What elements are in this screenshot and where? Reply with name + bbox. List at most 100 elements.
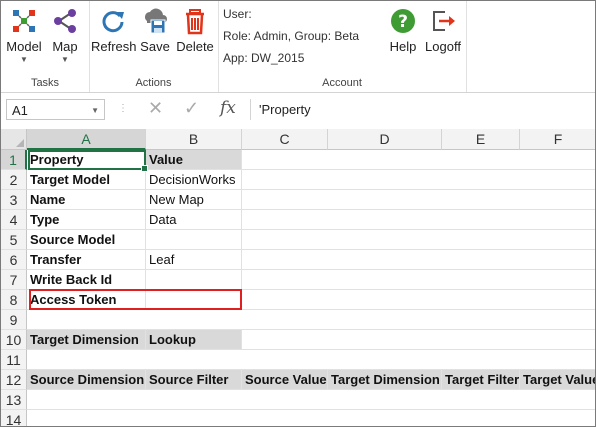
excel-window: Model ▼ Map ▼ Tasks Refresh Save Delete … xyxy=(0,0,596,427)
cell-a3[interactable]: Name xyxy=(27,190,146,210)
row-header-13[interactable]: 13 xyxy=(1,390,27,410)
formula-input[interactable]: 'Property xyxy=(250,99,592,120)
cell-b2[interactable]: DecisionWorks xyxy=(146,170,242,190)
row-header-5[interactable]: 5 xyxy=(1,230,27,250)
empty-cells-row-9[interactable] xyxy=(27,310,595,330)
cell-d12[interactable]: Target Dimension xyxy=(328,370,442,390)
column-header-a[interactable]: A xyxy=(27,129,146,150)
help-button[interactable]: ? Help xyxy=(387,7,419,54)
formula-bar: A1 ▼ ⋮ ✕ ✓ fx 'Property xyxy=(1,93,595,130)
cell-a6[interactable]: Transfer xyxy=(27,250,146,270)
actions-group: Refresh Save Delete Actions xyxy=(89,1,219,92)
delete-button[interactable]: Delete xyxy=(175,7,215,54)
account-group: User: Role: Admin, Group: Beta App: DW_2… xyxy=(218,1,467,92)
enter-icon[interactable]: ✓ xyxy=(184,98,199,119)
name-box-value: A1 xyxy=(12,103,28,118)
cell-b1[interactable]: Value xyxy=(146,150,242,170)
empty-cells-row-5[interactable] xyxy=(242,230,595,250)
question-icon: ? xyxy=(391,9,415,33)
logoff-icon xyxy=(433,11,455,31)
trash-icon xyxy=(186,9,204,35)
column-header-f[interactable]: F xyxy=(520,129,595,150)
cell-b5[interactable] xyxy=(146,230,242,250)
row-header-6[interactable]: 6 xyxy=(1,250,27,270)
empty-cells-row-2[interactable] xyxy=(242,170,595,190)
empty-cells-row-14[interactable] xyxy=(27,410,595,426)
drag-handle-icon[interactable]: ⋮ xyxy=(118,103,128,119)
map-button[interactable]: Map ▼ xyxy=(47,7,83,64)
spreadsheet-grid: A B C D E F 1 2 3 4 5 6 7 8 9 10 11 12 1… xyxy=(1,129,595,426)
logoff-label: Logoff xyxy=(425,39,461,54)
row-header-3[interactable]: 3 xyxy=(1,190,27,210)
empty-cells-row-11[interactable] xyxy=(27,350,595,370)
active-cell-selection[interactable] xyxy=(28,150,148,172)
cell-b4[interactable]: Data xyxy=(146,210,242,230)
column-header-b[interactable]: B xyxy=(146,129,242,150)
empty-cells-row-8[interactable] xyxy=(242,290,595,310)
logoff-button[interactable]: Logoff xyxy=(422,7,464,54)
name-box[interactable]: A1 ▼ xyxy=(6,99,105,120)
empty-cells-row-13[interactable] xyxy=(27,390,595,410)
empty-cells-row-4[interactable] xyxy=(242,210,595,230)
model-button[interactable]: Model ▼ xyxy=(5,7,43,64)
cell-b10[interactable]: Lookup xyxy=(146,330,242,350)
cell-a4[interactable]: Type xyxy=(27,210,146,230)
empty-cells-row-7[interactable] xyxy=(242,270,595,290)
cell-b6[interactable]: Leaf xyxy=(146,250,242,270)
cloud-save-icon xyxy=(145,8,167,34)
role-line: Role: Admin, Group: Beta xyxy=(223,29,360,43)
row-header-9[interactable]: 9 xyxy=(1,310,27,330)
refresh-button[interactable]: Refresh xyxy=(91,7,137,54)
refresh-label: Refresh xyxy=(91,39,137,54)
save-button[interactable]: Save xyxy=(138,7,172,54)
empty-cells-row-1[interactable] xyxy=(242,150,595,170)
chevron-down-icon: ▼ xyxy=(61,55,69,64)
cell-b7[interactable] xyxy=(146,270,242,290)
cell-a2[interactable]: Target Model xyxy=(27,170,146,190)
row-header-14[interactable]: 14 xyxy=(1,410,27,426)
row-header-4[interactable]: 4 xyxy=(1,210,27,230)
empty-cells-row-10[interactable] xyxy=(242,330,595,350)
row-header-7[interactable]: 7 xyxy=(1,270,27,290)
row-header-12[interactable]: 12 xyxy=(1,370,27,390)
help-label: Help xyxy=(389,39,417,54)
row-header-10[interactable]: 10 xyxy=(1,330,27,350)
chevron-down-icon[interactable]: ▼ xyxy=(91,100,99,121)
actions-group-label: Actions xyxy=(135,77,172,89)
share-map-icon xyxy=(54,9,76,33)
cancel-icon[interactable]: ✕ xyxy=(148,98,163,119)
insert-function-icon[interactable]: fx xyxy=(220,98,236,118)
map-label: Map xyxy=(52,39,78,54)
row-header-2[interactable]: 2 xyxy=(1,170,27,190)
highlight-box-access-token xyxy=(29,289,242,310)
row-header-1[interactable]: 1 xyxy=(1,150,27,170)
empty-cells-row-3[interactable] xyxy=(242,190,595,210)
cell-f12[interactable]: Target Value xyxy=(520,370,595,390)
cell-a5[interactable]: Source Model xyxy=(27,230,146,250)
save-label: Save xyxy=(140,39,170,54)
column-header-e[interactable]: E xyxy=(442,129,520,150)
cell-c12[interactable]: Source Value xyxy=(242,370,328,390)
svg-text:?: ? xyxy=(398,12,408,32)
model-label: Model xyxy=(6,39,42,54)
refresh-icon xyxy=(102,11,124,33)
delete-label: Delete xyxy=(176,39,214,54)
app-line: App: DW_2015 xyxy=(223,51,305,65)
row-header-11[interactable]: 11 xyxy=(1,350,27,370)
cell-a10[interactable]: Target Dimension xyxy=(27,330,146,350)
user-line: User: xyxy=(223,7,252,21)
column-header-d[interactable]: D xyxy=(328,129,442,150)
tasks-group-label: Tasks xyxy=(30,77,60,89)
chevron-down-icon: ▼ xyxy=(20,55,28,64)
cell-e12[interactable]: Target Filter xyxy=(442,370,520,390)
column-header-c[interactable]: C xyxy=(242,129,328,150)
model-icon xyxy=(13,10,35,32)
empty-cells-row-6[interactable] xyxy=(242,250,595,270)
select-all-button[interactable] xyxy=(1,129,27,150)
row-header-8[interactable]: 8 xyxy=(1,290,27,310)
tasks-group: Model ▼ Map ▼ Tasks xyxy=(1,1,90,92)
cell-a7[interactable]: Write Back Id xyxy=(27,270,146,290)
cell-b12[interactable]: Source Filter xyxy=(146,370,242,390)
cell-a12[interactable]: Source Dimension xyxy=(27,370,146,390)
cell-b3[interactable]: New Map xyxy=(146,190,242,210)
